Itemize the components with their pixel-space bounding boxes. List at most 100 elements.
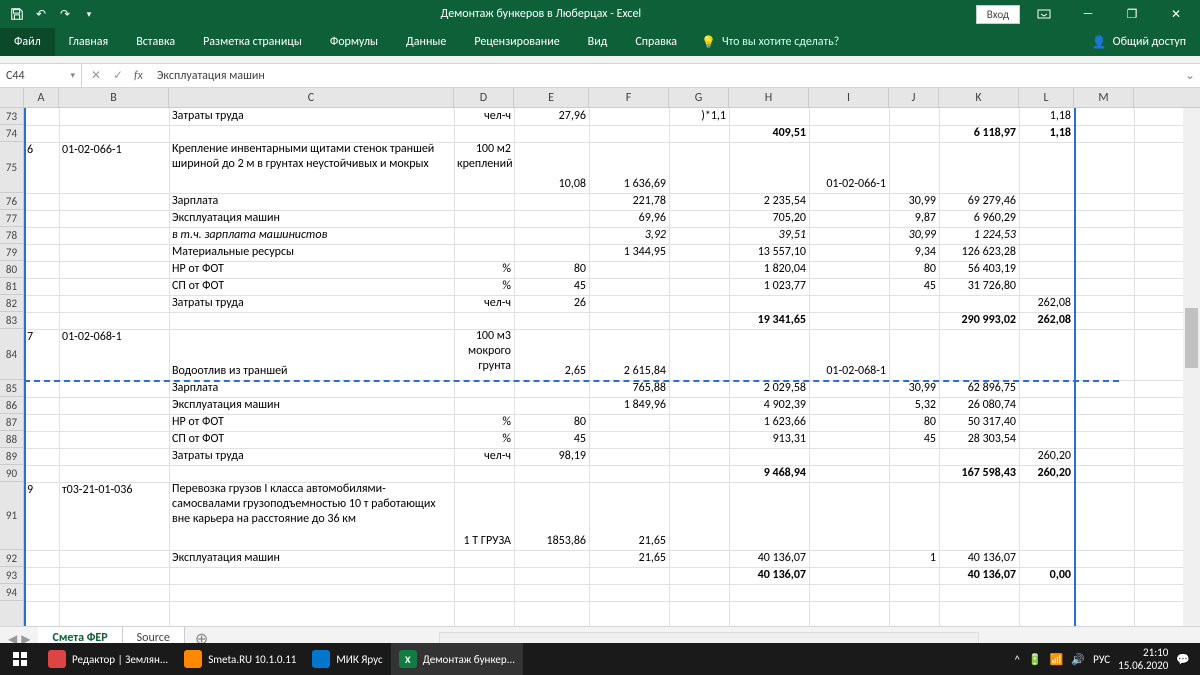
cell-E88[interactable]: 45	[514, 431, 589, 448]
cell-H81[interactable]: 1 023,77	[729, 278, 809, 295]
cell-K81[interactable]: 31 726,80	[939, 278, 1019, 295]
cell-C82[interactable]: Затраты труда	[169, 295, 454, 312]
cell-H79[interactable]: 13 557,10	[729, 244, 809, 261]
col-header-C[interactable]: C	[169, 88, 454, 108]
cell-F91[interactable]: 21,65	[589, 533, 669, 550]
cell-H87[interactable]: 1 623,66	[729, 414, 809, 431]
close-button[interactable]: ✕	[1156, 0, 1196, 28]
cell-G73[interactable]: )*1,1	[669, 108, 729, 125]
cell-D73[interactable]: чел-ч	[454, 108, 514, 125]
row-header-83[interactable]: 83	[0, 312, 23, 329]
cell-C79[interactable]: Материальные ресурсы	[169, 244, 454, 261]
tab-help[interactable]: Справка	[621, 28, 691, 56]
col-header-J[interactable]: J	[889, 88, 939, 108]
col-header-I[interactable]: I	[809, 88, 889, 108]
cell-F86[interactable]: 1 849,96	[589, 397, 669, 414]
cell-A91[interactable]: 9	[24, 482, 59, 499]
tab-layout[interactable]: Разметка страницы	[189, 28, 316, 56]
maximize-button[interactable]: ❐	[1112, 0, 1152, 28]
cell-C77[interactable]: Эксплуатация машин	[169, 210, 454, 227]
cell-H80[interactable]: 1 820,04	[729, 261, 809, 278]
redo-icon[interactable]: ↷	[54, 3, 76, 25]
cell-J92[interactable]: 1	[889, 550, 939, 567]
row-header-78[interactable]: 78	[0, 227, 23, 244]
row-header-86[interactable]: 86	[0, 397, 23, 414]
cell-D84[interactable]: 100 м3 мокрого грунта	[454, 329, 514, 380]
cell-C75[interactable]: Крепление инвентарными щитами стенок тра…	[169, 142, 454, 193]
cell-E84[interactable]: 2,65	[514, 363, 589, 380]
col-header-B[interactable]: B	[59, 88, 169, 108]
col-header-G[interactable]: G	[669, 88, 729, 108]
cell-D89[interactable]: чел-ч	[454, 448, 514, 465]
cell-K92[interactable]: 40 136,07	[939, 550, 1019, 567]
col-header-K[interactable]: K	[939, 88, 1019, 108]
cell-D80[interactable]: %	[454, 261, 514, 278]
cell-D88[interactable]: %	[454, 431, 514, 448]
cell-J88[interactable]: 45	[889, 431, 939, 448]
row-header-87[interactable]: 87	[0, 414, 23, 431]
cell-E89[interactable]: 98,19	[514, 448, 589, 465]
cell-C76[interactable]: Зарплата	[169, 193, 454, 210]
formula-input[interactable]: Эксплуатация машин	[151, 64, 1180, 87]
taskbar-item-1[interactable]: Smeta.RU 10.1.0.11	[176, 643, 304, 675]
cell-L82[interactable]: 262,08	[1019, 295, 1074, 312]
cell-K87[interactable]: 50 317,40	[939, 414, 1019, 431]
cell-E75[interactable]: 10,08	[514, 176, 589, 193]
cell-C85[interactable]: Зарплата	[169, 380, 454, 397]
cell-J77[interactable]: 9,87	[889, 210, 939, 227]
row-header-75[interactable]: 75	[0, 142, 23, 193]
taskbar-item-3[interactable]: XДемонтаж бункер...	[391, 643, 523, 675]
cell-H86[interactable]: 4 902,39	[729, 397, 809, 414]
vertical-scrollbar[interactable]	[1183, 108, 1200, 626]
tab-file[interactable]: Файл	[0, 28, 55, 56]
cell-H76[interactable]: 2 235,54	[729, 193, 809, 210]
col-header-A[interactable]: A	[24, 88, 59, 108]
row-header-88[interactable]: 88	[0, 431, 23, 448]
cell-D82[interactable]: чел-ч	[454, 295, 514, 312]
tab-data[interactable]: Данные	[392, 28, 460, 56]
cell-D91[interactable]: 1 Т ГРУЗА	[454, 533, 514, 550]
tell-me[interactable]: 💡 Что вы хотите сделать?	[701, 35, 839, 50]
row-header-82[interactable]: 82	[0, 295, 23, 312]
cell-F78[interactable]: 3,92	[589, 227, 669, 244]
taskbar-item-2[interactable]: МИК Ярус	[304, 643, 390, 675]
tab-formulas[interactable]: Формулы	[316, 28, 392, 56]
accept-formula-icon[interactable]: ✓	[108, 66, 128, 86]
cell-L93[interactable]: 0,00	[1019, 567, 1074, 584]
cell-F79[interactable]: 1 344,95	[589, 244, 669, 261]
row-header-80[interactable]: 80	[0, 261, 23, 278]
cell-L90[interactable]: 260,20	[1019, 465, 1074, 482]
save-icon[interactable]	[6, 3, 28, 25]
cell-L73[interactable]: 1,18	[1019, 108, 1074, 125]
col-header-D[interactable]: D	[454, 88, 514, 108]
cell-H90[interactable]: 9 468,94	[729, 465, 809, 482]
expand-formula-icon[interactable]: ⌄	[1180, 68, 1200, 83]
col-header-H[interactable]: H	[729, 88, 809, 108]
cell-L89[interactable]: 260,20	[1019, 448, 1074, 465]
row-header-77[interactable]: 77	[0, 210, 23, 227]
cell-J79[interactable]: 9,34	[889, 244, 939, 261]
cell-K85[interactable]: 62 896,75	[939, 380, 1019, 397]
language-indicator[interactable]: РУС	[1093, 653, 1110, 666]
cell-K78[interactable]: 1 224,53	[939, 227, 1019, 244]
cell-D81[interactable]: %	[454, 278, 514, 295]
cell-K93[interactable]: 40 136,07	[939, 567, 1019, 584]
row-header-74[interactable]: 74	[0, 125, 23, 142]
cell-I84[interactable]: 01-02-068-1	[809, 363, 889, 380]
cell-C73[interactable]: Затраты труда	[169, 108, 454, 125]
cell-C92[interactable]: Эксплуатация машин	[169, 550, 454, 567]
select-all[interactable]	[0, 88, 24, 107]
cell-C86[interactable]: Эксплуатация машин	[169, 397, 454, 414]
cell-C84[interactable]: Водоотлив из траншей	[169, 363, 454, 380]
row-header-79[interactable]: 79	[0, 244, 23, 261]
cell-F85[interactable]: 765,88	[589, 380, 669, 397]
cell-J86[interactable]: 5,32	[889, 397, 939, 414]
cell-J85[interactable]: 30,99	[889, 380, 939, 397]
cell-H85[interactable]: 2 029,58	[729, 380, 809, 397]
cell-area[interactable]: Затраты трудачел-ч27,96)*1,11,18409,516 …	[24, 108, 1200, 626]
cell-F84[interactable]: 2 615,84	[589, 363, 669, 380]
row-header-89[interactable]: 89	[0, 448, 23, 465]
cell-K74[interactable]: 6 118,97	[939, 125, 1019, 142]
wifi-icon[interactable]: 📶	[1050, 653, 1064, 666]
cell-I75[interactable]: 01-02-066-1	[809, 176, 889, 193]
